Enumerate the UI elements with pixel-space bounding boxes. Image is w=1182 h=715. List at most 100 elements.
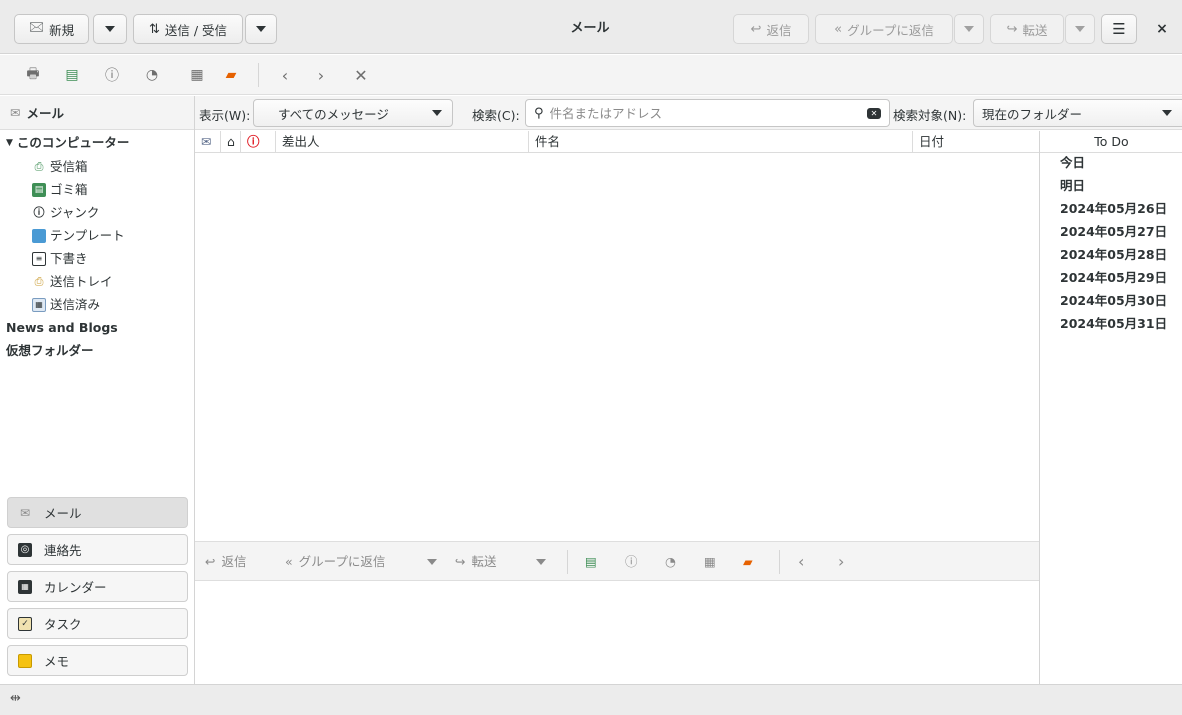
- send-receive-button[interactable]: ⇅ 送信 / 受信: [133, 14, 243, 44]
- menu-button[interactable]: ☰: [1101, 14, 1137, 44]
- mail-icon: ✉: [19, 505, 31, 520]
- filter-bar: 表示(W): すべてのメッセージ 検索(C): ⚲ ✕ 検索対象(N): 現在の…: [195, 96, 1182, 130]
- preview-reply-button[interactable]: ↩ 返信: [205, 552, 247, 572]
- mode-calendar-button[interactable]: ▦ カレンダー: [7, 571, 188, 602]
- search-box[interactable]: ⚲ ✕: [525, 99, 890, 127]
- delete-icon[interactable]: ▤: [61, 65, 83, 85]
- attachment-column-header[interactable]: ⌂: [221, 131, 241, 153]
- account-label: News and Blogs: [6, 320, 118, 335]
- clear-icon[interactable]: ✕: [867, 107, 881, 119]
- preview-previous-icon[interactable]: ‹: [798, 552, 804, 572]
- hamburger-menu-icon: ☰: [1112, 20, 1126, 38]
- folder-trash[interactable]: ▤ ゴミ箱: [32, 179, 88, 201]
- search-input[interactable]: [549, 105, 861, 121]
- sent-icon: ▦: [32, 298, 46, 312]
- folder-label: 受信箱: [50, 159, 88, 174]
- todo-day[interactable]: 2024年05月26日: [1060, 198, 1167, 220]
- trash-icon: ▤: [32, 183, 46, 197]
- folder-junk[interactable]: ⓘ ジャンク: [32, 202, 100, 224]
- header-bar: 🖂 新規 ⇅ 送信 / 受信 メール ↩ 返信 « グループに返信 ↪ 転送 ☰…: [0, 0, 1182, 54]
- subject-column-header[interactable]: 件名: [529, 131, 913, 153]
- folder-pane-header: ✉ メール: [0, 96, 194, 130]
- message-list-header: ✉ ⌂ ⓘ 差出人 件名 日付: [195, 131, 1039, 153]
- scope-combo[interactable]: 現在のフォルダー: [973, 99, 1182, 127]
- chevron-down-icon: [105, 26, 115, 32]
- account-news-and-blogs[interactable]: News and Blogs: [6, 317, 118, 339]
- folder-drafts[interactable]: ≡ 下書き: [32, 248, 88, 270]
- forward-label: 転送: [1022, 22, 1048, 38]
- account-search-folders[interactable]: 仮想フォルダー: [6, 340, 94, 362]
- todo-day[interactable]: 2024年05月29日: [1060, 267, 1167, 289]
- reply-all-icon: «: [285, 554, 293, 569]
- todo-day[interactable]: 2024年05月31日: [1060, 313, 1167, 335]
- preview-junk-icon[interactable]: ⓘ: [625, 552, 638, 572]
- importance-column-header[interactable]: ⓘ: [241, 131, 276, 153]
- preview-tag-icon[interactable]: ▰: [743, 552, 753, 572]
- forward-dropdown-button[interactable]: [1065, 14, 1095, 44]
- reply-all-icon: «: [834, 21, 843, 37]
- message-list[interactable]: [195, 154, 1039, 540]
- chevron-down-icon: [427, 559, 437, 565]
- todo-day[interactable]: 2024年05月28日: [1060, 244, 1167, 266]
- folder-pane-title: メール: [26, 106, 64, 121]
- mode-tasks-button[interactable]: ✓ タスク: [7, 608, 188, 639]
- reply-button[interactable]: ↩ 返信: [733, 14, 809, 44]
- preview-next-icon[interactable]: ›: [838, 552, 844, 572]
- chevron-down-icon: [432, 110, 442, 116]
- archive-icon[interactable]: ▦: [186, 65, 208, 85]
- not-junk-icon[interactable]: ◔: [141, 65, 163, 85]
- todo-day[interactable]: 今日: [1060, 152, 1085, 174]
- expander-icon[interactable]: ▼: [6, 132, 13, 154]
- todo-pane: To Do 今日 明日 2024年05月26日 2024年05月27日 2024…: [1039, 131, 1182, 684]
- new-dropdown-button[interactable]: [93, 14, 127, 44]
- todo-day[interactable]: 2024年05月27日: [1060, 221, 1167, 243]
- mode-memos-button[interactable]: メモ: [7, 645, 188, 676]
- preview-reply-all-dropdown[interactable]: [427, 552, 437, 572]
- stop-icon[interactable]: ✕: [350, 65, 372, 85]
- folder-templates[interactable]: テンプレート: [32, 225, 125, 247]
- folder-sent[interactable]: ▦ 送信済み: [32, 294, 100, 316]
- preview-archive-icon[interactable]: ▦: [704, 552, 716, 572]
- forward-button[interactable]: ↪ 転送: [990, 14, 1064, 44]
- preview-delete-icon[interactable]: ▤: [585, 552, 597, 572]
- account-label: このコンピューター: [16, 135, 130, 150]
- send-receive-dropdown-button[interactable]: [245, 14, 277, 44]
- preview-forward-dropdown[interactable]: [536, 552, 546, 572]
- calendar-icon: ▦: [18, 579, 32, 594]
- show-filter-combo[interactable]: すべてのメッセージ: [253, 99, 453, 127]
- preview-forward-button[interactable]: ↪ 転送: [455, 552, 497, 572]
- mode-contacts-button[interactable]: ◎ 連絡先: [7, 534, 188, 565]
- preview-reply-all-button[interactable]: « グループに返信: [285, 552, 385, 572]
- chevron-down-icon: [1075, 26, 1085, 32]
- forward-icon: ↪: [1006, 21, 1018, 37]
- status-bar: ⇹: [0, 684, 1182, 715]
- show-filter-value: すべてのメッセージ: [278, 106, 389, 122]
- reply-all-button[interactable]: « グループに返信: [815, 14, 953, 44]
- new-button[interactable]: 🖂 新規: [14, 14, 89, 44]
- todo-day[interactable]: 2024年05月30日: [1060, 290, 1167, 312]
- date-column-header[interactable]: 日付: [913, 131, 1039, 153]
- preview-not-junk-icon[interactable]: ◔: [665, 552, 676, 572]
- preview-pane[interactable]: [195, 582, 1039, 684]
- online-status-icon[interactable]: ⇹: [10, 691, 21, 706]
- print-icon[interactable]: 🖶: [22, 65, 44, 85]
- reply-icon: ↩: [205, 554, 216, 569]
- reply-icon: ↩: [750, 21, 762, 37]
- reply-all-label: グループに返信: [847, 22, 934, 38]
- status-column-header[interactable]: ✉: [195, 131, 221, 153]
- toolbar-separator: [779, 550, 780, 574]
- account-local[interactable]: ▼ このコンピューター: [6, 132, 129, 154]
- junk-icon: ⓘ: [33, 206, 45, 219]
- next-icon[interactable]: ›: [310, 65, 332, 85]
- previous-icon[interactable]: ‹: [274, 65, 296, 85]
- folder-outbox[interactable]: ⎙ 送信トレイ: [32, 271, 113, 293]
- folder-inbox[interactable]: ⎙ 受信箱: [32, 156, 88, 178]
- todo-day[interactable]: 明日: [1060, 175, 1085, 197]
- mode-mail-button[interactable]: ✉ メール: [7, 497, 188, 528]
- junk-icon[interactable]: ⓘ: [101, 65, 123, 85]
- from-column-header[interactable]: 差出人: [276, 131, 529, 153]
- preview-reply-all-label: グループに返信: [298, 554, 386, 569]
- reply-all-dropdown-button[interactable]: [954, 14, 984, 44]
- close-icon[interactable]: ×: [1150, 14, 1174, 44]
- tag-icon[interactable]: ▰: [220, 65, 242, 85]
